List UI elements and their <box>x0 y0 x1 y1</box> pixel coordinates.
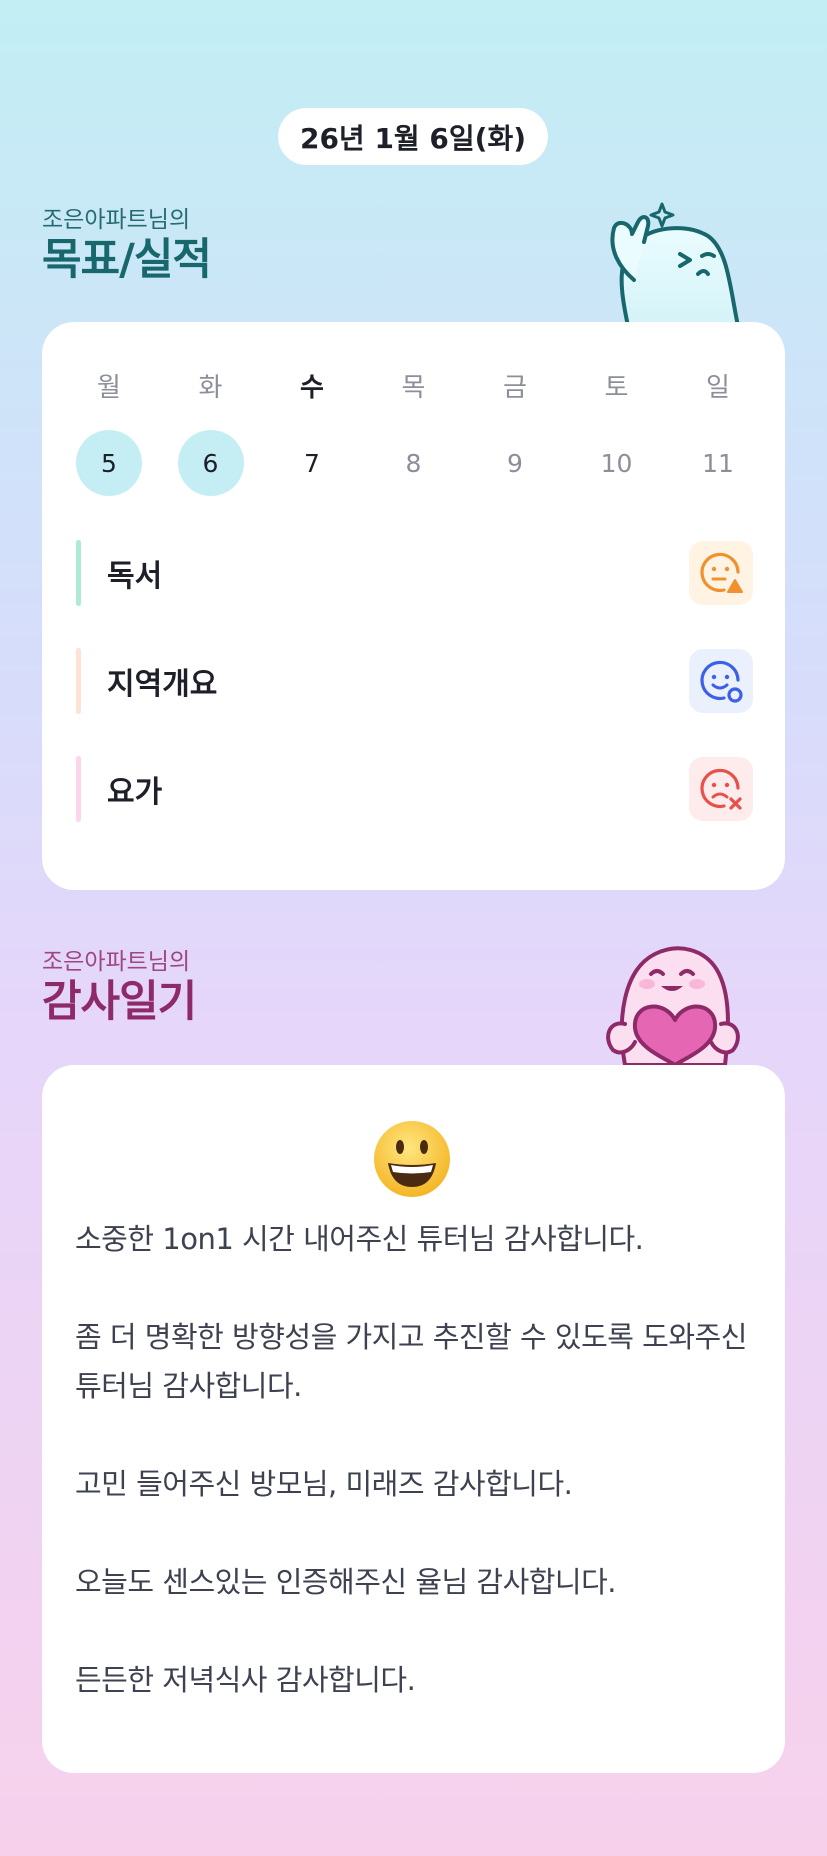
day-name: 금 <box>503 373 527 403</box>
goals-section-header: 조은아파트님의 목표/실적 <box>42 205 212 285</box>
thanks-diary-card: 소중한 1on1 시간 내어주신 튜터님 감사합니다. 좀 더 명확한 방향성을… <box>42 1065 785 1773</box>
diary-text: 소중한 1on1 시간 내어주신 튜터님 감사합니다. 좀 더 명확한 방향성을… <box>75 1215 755 1754</box>
goal-color-bar <box>76 756 81 822</box>
day-name: 화 <box>198 373 223 403</box>
goal-row-region[interactable]: 지역개요 <box>76 648 753 714</box>
day-date[interactable]: 7 <box>279 430 345 496</box>
goals-card: 월 5 화 6 수 7 목 8 금 9 토 10 일 11 독서 지역개요 요가 <box>42 322 785 890</box>
diary-paragraph: 오늘도 센스있는 인증해주신 율님 감사합니다. <box>75 1565 617 1599</box>
day-col-sat[interactable]: 토 10 <box>580 370 654 496</box>
face-x-icon <box>700 768 742 810</box>
goal-label: 독서 <box>107 559 163 594</box>
goal-status-button[interactable] <box>689 757 753 821</box>
day-col-fri[interactable]: 금 9 <box>478 370 552 496</box>
diary-paragraph: 고민 들어주신 방모님, 미래즈 감사합니다. <box>75 1467 573 1501</box>
goals-section-subtitle: 조은아파트님의 <box>42 207 191 233</box>
day-date[interactable]: 8 <box>381 430 447 496</box>
goals-section-title: 목표/실적 <box>42 235 212 285</box>
day-name: 수 <box>300 373 324 403</box>
day-name: 일 <box>706 373 730 403</box>
date-pill[interactable]: 26년 1월 6일(화) <box>278 108 548 165</box>
goal-label: 지역개요 <box>107 667 218 702</box>
day-date[interactable]: 11 <box>685 430 751 496</box>
date-label: 26년 1월 6일(화) <box>299 121 527 155</box>
goal-row-reading[interactable]: 독서 <box>76 540 753 606</box>
goal-label: 요가 <box>107 775 163 810</box>
day-col-mon[interactable]: 월 5 <box>72 370 146 496</box>
day-col-thu[interactable]: 목 8 <box>377 370 451 496</box>
day-date[interactable]: 9 <box>482 430 548 496</box>
week-calendar: 월 5 화 6 수 7 목 8 금 9 토 10 일 11 <box>72 370 755 496</box>
ghost-mascot-icon <box>610 202 741 326</box>
goal-status-button[interactable] <box>689 541 753 605</box>
grinning-face-icon <box>374 1121 450 1197</box>
day-name: 월 <box>97 373 121 403</box>
diary-paragraph: 소중한 1on1 시간 내어주신 튜터님 감사합니다. <box>75 1222 644 1256</box>
goal-color-bar <box>76 540 81 606</box>
face-circle-icon <box>700 660 743 703</box>
goal-status-button[interactable] <box>689 649 753 713</box>
diary-paragraph: 좀 더 명확한 방향성을 가지고 추진할 수 있도록 도와주신 튜터님 감사합니… <box>75 1320 747 1403</box>
day-date[interactable]: 10 <box>584 430 650 496</box>
day-name: 토 <box>604 373 629 403</box>
day-name: 목 <box>401 373 426 403</box>
face-triangle-icon <box>700 552 743 593</box>
thanks-section-title: 감사일기 <box>42 977 197 1027</box>
day-date[interactable]: 5 <box>76 430 142 496</box>
day-col-sun[interactable]: 일 11 <box>681 370 755 496</box>
diary-paragraph: 든든한 저녁식사 감사합니다. <box>75 1663 416 1697</box>
thanks-section-header: 조은아파트님의 감사일기 <box>42 947 197 1027</box>
thanks-section-subtitle: 조은아파트님의 <box>42 949 191 975</box>
goal-color-bar <box>76 648 81 714</box>
goal-row-yoga[interactable]: 요가 <box>76 756 753 822</box>
day-col-wed[interactable]: 수 7 <box>275 370 349 496</box>
pink-mascot-icon <box>606 946 740 1065</box>
day-col-tue[interactable]: 화 6 <box>174 370 248 496</box>
day-date[interactable]: 6 <box>177 430 244 496</box>
